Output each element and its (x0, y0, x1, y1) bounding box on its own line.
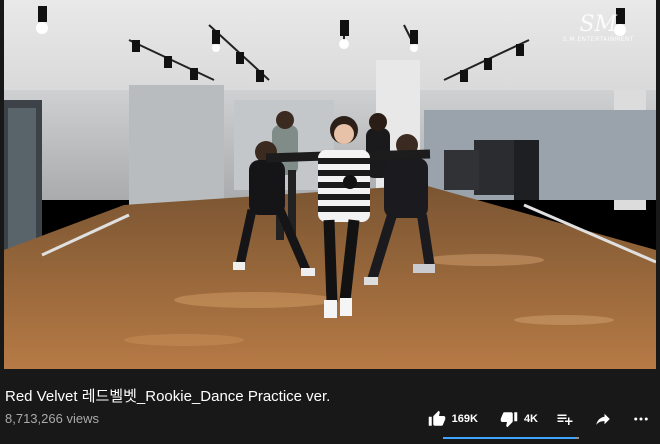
share-button[interactable] (594, 410, 612, 428)
more-icon (634, 417, 648, 421)
thumbs-up-icon (428, 410, 445, 426)
sm-watermark: SM S.M.ENTERTAINMENT (562, 12, 634, 44)
more-actions-button[interactable] (632, 410, 650, 428)
thumbs-down-icon (500, 412, 518, 428)
dislike-portion (574, 437, 579, 439)
action-bar: 169K 4K (428, 406, 650, 432)
like-count: 169K (451, 413, 478, 425)
watermark-logo: SM (579, 12, 618, 37)
share-icon (596, 413, 610, 425)
add-to-playlist-icon (557, 414, 573, 425)
save-to-playlist-button[interactable] (556, 410, 574, 428)
video-title: Red Velvet 레드벨벳_Rookie_Dance Practice ve… (5, 388, 331, 405)
like-dislike-ratio-bar (443, 437, 579, 439)
dislike-button[interactable]: 4K (500, 410, 538, 428)
like-button[interactable]: 169K (428, 410, 478, 428)
view-count: 8,713,266 views (5, 411, 99, 426)
video-player[interactable]: SM S.M.ENTERTAINMENT (4, 0, 656, 369)
video-frame (4, 0, 656, 369)
watermark-subtitle: S.M.ENTERTAINMENT (562, 36, 634, 43)
dislike-count: 4K (523, 413, 538, 425)
